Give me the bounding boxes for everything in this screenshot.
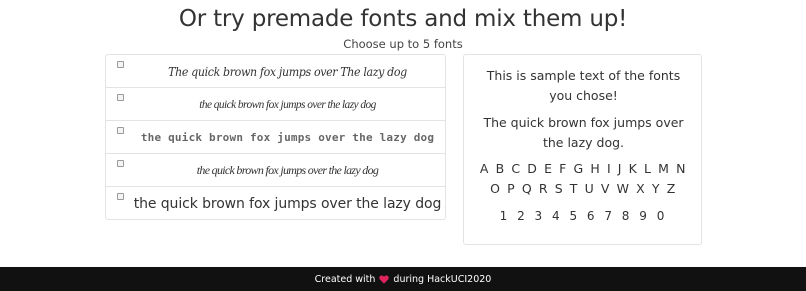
font-option-5[interactable]: the quick brown fox jumps over the lazy … [106, 187, 445, 219]
font-option-checkbox[interactable] [117, 127, 124, 134]
preview-pangram-text: The quick brown fox jumps over the lazy … [483, 115, 684, 150]
page-title: Or try premade fonts and mix them up! [178, 6, 628, 32]
font-option-checkbox[interactable] [117, 160, 124, 167]
font-option-checkbox[interactable] [117, 94, 124, 101]
font-sample-text: The quick brown fox jumps over The lazy … [168, 64, 407, 79]
font-options-list: The quick brown fox jumps over The lazy … [105, 54, 446, 220]
font-sample-text: the quick brown fox jumps over the lazy … [140, 131, 435, 144]
font-sample-text: the quick brown fox jumps over the lazy … [199, 97, 376, 111]
font-option-3[interactable]: the quick brown fox jumps over the lazy … [106, 121, 445, 154]
preview-alphabet-text: A B C D E F G H I J K L M N O P Q R S T … [479, 161, 688, 196]
font-option-4[interactable]: the quick brown fox jumps over the lazy … [106, 154, 445, 187]
footer-prefix: Created with [314, 273, 376, 285]
font-sample-text: the quick brown fox jumps over the lazy … [133, 195, 442, 212]
page-subtitle: Choose up to 5 fonts [343, 37, 463, 51]
preview-digits-text: 1 2 3 4 5 6 7 8 9 0 [499, 209, 668, 223]
footer-suffix: during HackUCI2020 [393, 273, 492, 285]
preview-intro-text: This is sample text of the fonts you cho… [486, 68, 681, 103]
font-option-1[interactable]: The quick brown fox jumps over The lazy … [106, 55, 445, 88]
footer: Created with during HackUCI2020 [0, 267, 806, 291]
font-preview-panel: This is sample text of the fonts you cho… [463, 54, 702, 245]
font-option-checkbox[interactable] [117, 61, 124, 68]
font-sample-text: the quick brown fox jumps over the lazy … [196, 163, 379, 177]
font-option-checkbox[interactable] [117, 193, 124, 200]
font-option-2[interactable]: the quick brown fox jumps over the lazy … [106, 88, 445, 121]
heart-icon [379, 274, 390, 284]
